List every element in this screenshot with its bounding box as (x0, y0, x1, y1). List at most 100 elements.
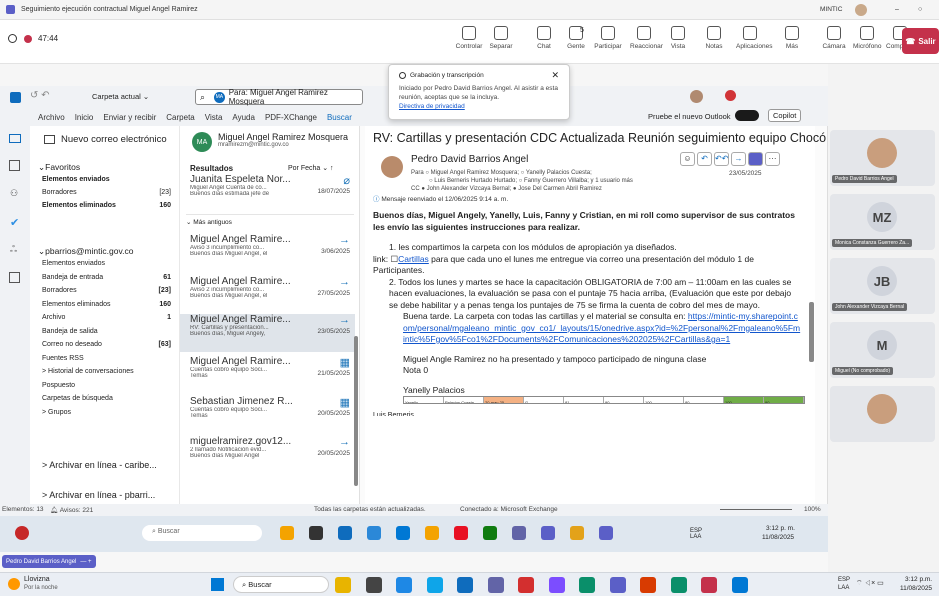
toolbar-apps-button[interactable]: Aplicaciones (736, 26, 773, 50)
contact-card[interactable]: MA Miguel Angel Ramirez Mosquera mramirez… (192, 132, 348, 152)
toolbar-react-button[interactable]: Reaccionar (630, 26, 663, 50)
toast-close-icon[interactable]: ✕ (551, 71, 559, 80)
taskbar-app-icon[interactable] (457, 577, 473, 593)
groups-icon[interactable]: ஃ (10, 244, 17, 256)
inner-app-icon[interactable] (367, 526, 381, 540)
privacy-link[interactable]: Directiva de privacidad (399, 103, 465, 110)
folder-scope-select[interactable]: Carpeta actual ⌄ (92, 92, 149, 101)
menu-vista[interactable]: Vista (205, 113, 223, 122)
participant-tile[interactable]: JB John Alexander Vizcaya Bernal (830, 258, 935, 314)
account-header[interactable]: ⌄pbarrios@mintic.gov.co (38, 246, 133, 257)
new-mail-button[interactable]: Nuevo correo electrónico (44, 134, 167, 145)
clock-date[interactable]: 11/08/2025 (900, 585, 932, 592)
clock-time[interactable]: 3:12 p.m. (905, 576, 932, 583)
account-folder[interactable]: Borradores [23] (42, 287, 171, 294)
menu-archivo[interactable]: Archivo (38, 113, 65, 122)
toolbar-control-button[interactable]: Controlar (455, 26, 483, 50)
teams-share-icon[interactable] (748, 152, 763, 166)
notification-icon[interactable] (725, 90, 736, 101)
inner-start-icon[interactable] (15, 526, 29, 540)
inner-lang[interactable]: ESP LAA (690, 528, 710, 540)
taskbar-app-icon[interactable] (518, 577, 534, 593)
inner-app-icon[interactable] (280, 526, 294, 540)
inner-date[interactable]: 11/08/2025 (762, 534, 794, 541)
emoji-icon[interactable]: ☺ (680, 152, 695, 166)
taskbar-app-icon[interactable] (609, 577, 626, 593)
taskbar-app-icon[interactable] (487, 577, 504, 593)
undo-icon[interactable]: ↺ ↶ (30, 90, 50, 101)
more-actions-icon[interactable]: ··· (765, 152, 780, 166)
menu-pdfxchange[interactable]: PDF-XChange (265, 113, 317, 122)
taskbar-app-icon[interactable] (640, 577, 656, 593)
taskbar-app-icon[interactable] (396, 577, 412, 593)
search-input[interactable]: ⌕ MA Para: Miguel Angel Ramirez Mosquera (195, 88, 363, 106)
avatar[interactable] (690, 90, 703, 103)
calendar-icon[interactable] (9, 160, 20, 171)
toolbar-chat-button[interactable]: Chat (530, 26, 558, 50)
inner-time[interactable]: 3:12 p. m. (766, 525, 795, 532)
menu-ayuda[interactable]: Ayuda (232, 113, 255, 122)
favorites-header[interactable]: ⌄Favoritos (38, 162, 80, 173)
taskbar-app-icon[interactable] (365, 577, 382, 593)
favorite-folder[interactable]: Borradores [23] (42, 189, 171, 196)
inner-app-icon[interactable] (338, 526, 352, 540)
account-folder[interactable]: Archivo 1 (42, 314, 171, 321)
list-item[interactable]: Miguel Angel Ramire... RV: Cartillas y pr… (180, 314, 355, 352)
windows-start-icon[interactable] (211, 578, 224, 591)
inner-app-icon[interactable] (454, 526, 468, 540)
online-archive-folder[interactable]: > Archivar en línea - caribe... (42, 460, 157, 470)
zoom-slider[interactable] (720, 509, 792, 510)
account-folder[interactable]: Fuentes RSS (42, 355, 171, 362)
inner-app-icon[interactable] (541, 526, 555, 540)
inner-app-icon[interactable] (512, 526, 526, 540)
menu-carpeta[interactable]: Carpeta (166, 113, 194, 122)
inner-app-icon[interactable] (396, 526, 410, 540)
presenter-pill[interactable]: Pedro David Barrios Angel — + (2, 555, 96, 568)
cartillas-link[interactable]: Cartillas (398, 254, 429, 264)
taskbar-app-icon[interactable] (335, 577, 351, 593)
sort-select[interactable]: Por Fecha ⌄ ↑ (288, 164, 334, 172)
taskbar-search[interactable]: ⌕ Buscar (233, 576, 329, 593)
account-folder[interactable]: Correo no deseado [63] (42, 341, 171, 348)
menu-inicio[interactable]: Inicio (75, 113, 94, 122)
minimize-button[interactable]: – (895, 6, 899, 13)
copilot-button[interactable]: Copilot (768, 109, 802, 122)
account-folder[interactable]: Pospuesto (42, 382, 171, 389)
apps-icon[interactable] (9, 272, 20, 283)
list-item[interactable]: miguelramirez.gov12... 2 llamado Notifica… (190, 436, 350, 459)
new-outlook-toggle[interactable] (735, 110, 759, 121)
forward-icon[interactable]: → (731, 152, 746, 166)
tray-icons[interactable]: ⌔ ◁× ▭ (856, 579, 884, 588)
participant-tile[interactable]: Pedro David Barrios Angel (830, 130, 935, 186)
menu-enviaryrecibir[interactable]: Enviar y recibir (103, 113, 156, 122)
taskbar-app-icon[interactable] (426, 577, 443, 593)
toolbar-more-button[interactable]: Más (778, 26, 806, 50)
list-item[interactable]: Miguel Angel Ramire... Cuentas cobro equi… (190, 356, 350, 379)
inner-app-icon[interactable] (483, 526, 497, 540)
participant-tile[interactable] (830, 386, 935, 442)
list-item[interactable]: Sebastian Jimenez R... Cuentas cobro equi… (190, 396, 350, 419)
inner-app-icon[interactable] (599, 526, 613, 540)
inner-app-icon[interactable] (309, 526, 323, 540)
participant-tile[interactable]: MZ Monica Constanza Guerrero Za... (830, 194, 935, 250)
profile-avatar[interactable] (855, 4, 867, 16)
taskbar-app-icon[interactable] (670, 577, 687, 593)
account-folder[interactable]: Bandeja de entrada 61 (42, 274, 171, 281)
participant-tile[interactable]: M Miguel (No comprobado) (830, 322, 935, 378)
lang-indicator[interactable]: ESP LAA (838, 576, 850, 592)
online-archive-folder[interactable]: > Archivar en línea - pbarri... (42, 490, 155, 500)
taskbar-app-icon[interactable] (548, 577, 565, 593)
favorite-folder[interactable]: Elementos eliminados 160 (42, 202, 171, 209)
account-folder[interactable]: Elementos enviados (42, 260, 171, 267)
weather-label[interactable]: Llovizna (24, 576, 50, 583)
mail-icon[interactable] (9, 134, 21, 143)
taskbar-app-icon[interactable] (731, 577, 748, 593)
toolbar-camera-button[interactable]: Cámara (820, 26, 848, 50)
reply-icon[interactable]: ↶ (697, 152, 712, 166)
reading-scrollbar[interactable] (809, 302, 814, 362)
account-folder[interactable]: > Historial de conversaciones (42, 368, 171, 375)
toolbar-people-button[interactable]: Gente (562, 26, 590, 50)
inner-search[interactable]: ⌕ Buscar (142, 525, 262, 541)
older-group-header[interactable]: ⌄ Más antiguos (186, 214, 354, 226)
toolbar-notes-button[interactable]: Notas (700, 26, 728, 50)
